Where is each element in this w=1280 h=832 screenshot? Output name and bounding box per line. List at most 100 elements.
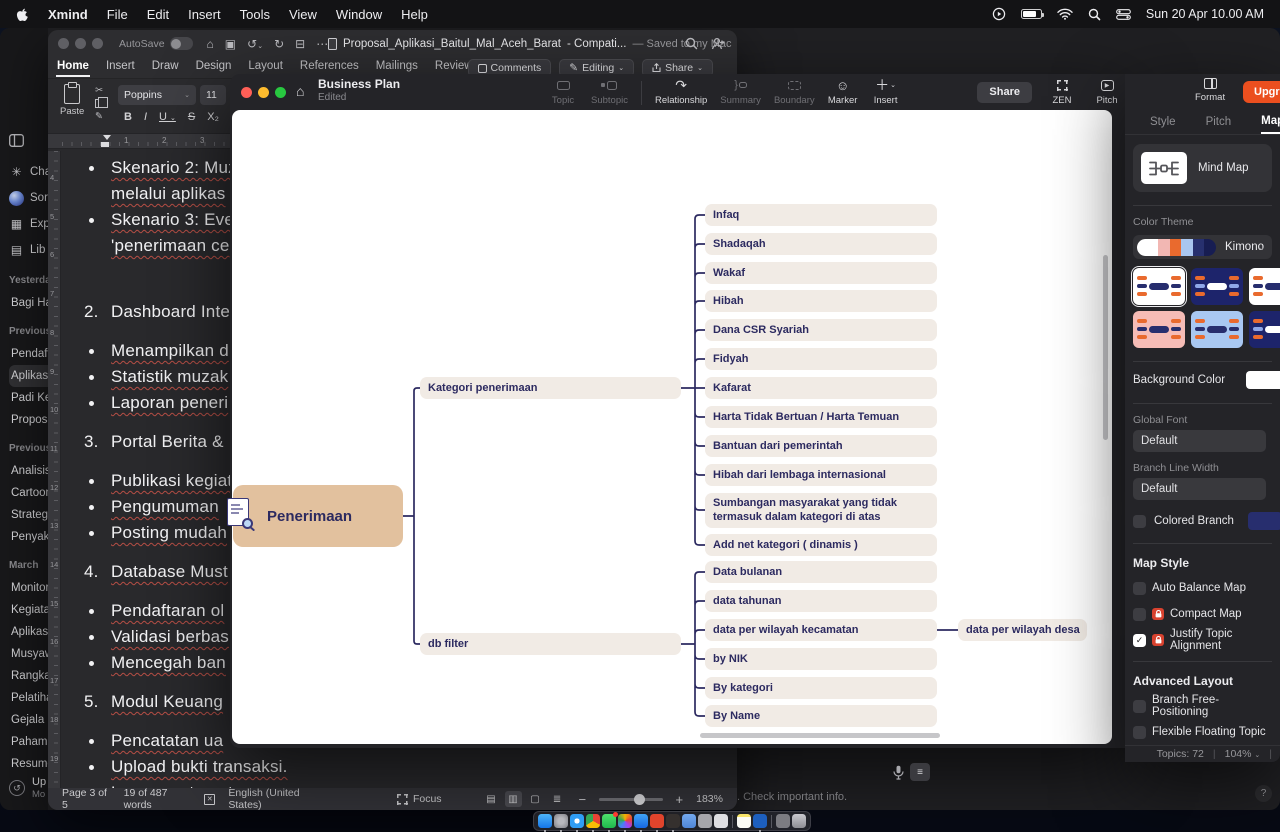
upgrade-button[interactable]: Upgrade [1243,81,1280,103]
font-size-select[interactable]: 11 [200,85,226,105]
mindmap-subtopic[interactable]: Infaq [705,204,937,226]
background-color-swatch[interactable] [1246,371,1280,389]
microphone-icon[interactable] [893,765,904,780]
panel-tab-map[interactable]: Map [1261,110,1280,134]
word-count[interactable]: 19 of 487 words [124,787,192,810]
history-item[interactable]: Monitori [9,577,48,599]
history-item[interactable]: Proposa [9,409,48,431]
menu-window[interactable]: Window [336,7,382,22]
vertical-ruler[interactable]: 4567891011121314151617181920 [48,151,61,788]
mindmap-subtopic[interactable]: Kafarat [705,377,937,399]
apple-menu-icon[interactable] [16,7,29,22]
upgrade-plan-item[interactable]: ↺ UpMo [9,776,46,800]
option-justify-topic-alignment[interactable]: ✓Justify Topic Alignment [1133,632,1272,648]
structure-card[interactable]: Mind Map [1133,144,1272,192]
zoom-out-button[interactable]: − [579,792,587,807]
history-item[interactable]: Aplikasi [9,365,48,387]
pitch-button[interactable]: ▶Pitch [1092,78,1122,106]
spotlight-icon[interactable] [1088,8,1101,21]
mindmap-subtopic[interactable]: data per wilayah kecamatan [705,619,937,641]
mindmap-subtopic[interactable]: By Name [705,705,937,727]
canvas-zoom-level[interactable]: 104% ⌄ [1225,748,1261,760]
theme-thumbnail[interactable] [1191,268,1243,305]
mindmap-topic[interactable]: db filter [420,633,681,655]
sidebar-toggle-icon[interactable] [9,134,48,147]
mindmap-subtopic[interactable]: Dana CSR Syariah [705,319,937,341]
save-icon[interactable]: ▣ [225,37,236,51]
history-item[interactable]: Paham A [9,731,48,753]
dock-archive-icon[interactable] [698,814,712,828]
control-center-icon[interactable] [1116,9,1131,20]
history-item[interactable]: Strategi [9,504,48,526]
zoom-button[interactable] [275,87,286,98]
more-icon[interactable]: ⋯ [316,37,328,51]
help-button[interactable]: ? [1255,785,1272,802]
dock-word-app-icon[interactable] [753,814,767,828]
menu-tools[interactable]: Tools [240,7,270,22]
cut-icon[interactable]: ✂ [95,85,103,96]
option-auto-balance-map[interactable]: Auto Balance Map [1133,580,1272,596]
menu-edit[interactable]: Edit [147,7,169,22]
close-button[interactable] [241,87,252,98]
sidebar-nav-lib[interactable]: ▤Lib [9,237,48,263]
menu-clock[interactable]: Sun 20 Apr 10.00 AM [1146,7,1264,21]
copy-icon[interactable] [95,99,103,108]
dock-safari-icon[interactable] [570,814,584,828]
history-item[interactable]: Resume [9,753,48,775]
read-mode-icon[interactable]: ▤ [483,791,500,807]
focus-button[interactable]: Focus [397,793,442,805]
mindmap-subtopic[interactable]: by NIK [705,648,937,670]
mindmap-subtopic[interactable]: Wakaf [705,262,937,284]
panel-tab-pitch[interactable]: Pitch [1206,116,1232,128]
tab-design[interactable]: Design [195,58,233,77]
history-item[interactable]: Pendafta [9,343,48,365]
redo-icon[interactable]: ↻ [274,37,284,51]
option-compact-map[interactable]: Compact Map [1133,606,1272,622]
mindmap-subtopic[interactable]: Data bulanan [705,561,937,583]
dock-whatsapp-icon[interactable] [602,814,616,828]
colored-branch-checkbox[interactable] [1133,515,1146,528]
history-item[interactable]: Gejala [9,709,48,731]
autosave-toggle[interactable]: AutoSave [119,37,193,50]
dock-files-icon[interactable] [682,814,696,828]
wifi-icon[interactable] [1057,8,1073,20]
theme-thumbnail[interactable] [1191,311,1243,348]
share-user-icon[interactable] [711,37,725,50]
web-layout-icon[interactable]: ▢ [527,791,544,807]
paste-button[interactable]: Paste [60,84,84,117]
mindmap-subtopic[interactable]: Harta Tidak Bertuan / Harta Temuan [705,406,937,428]
outline-view-icon[interactable]: ≣ [549,791,566,807]
history-item[interactable]: Kegiatan [9,599,48,621]
history-item[interactable]: Penyakit [9,526,48,548]
format-underline-button[interactable]: U ⌄ [159,111,176,123]
mindmap-subtopic[interactable]: data per wilayah desa [958,619,1087,641]
format-strikethrough-button[interactable]: S [188,111,195,123]
font-name-select[interactable]: Poppins⌄ [118,85,196,105]
zoom-slider[interactable] [599,798,662,801]
history-item[interactable]: Pelatihan [9,687,48,709]
menu-help[interactable]: Help [401,7,428,22]
minimize-button[interactable] [258,87,269,98]
theme-thumbnail[interactable] [1249,311,1280,348]
document-line[interactable]: Upload bukti transaksi. [111,754,737,780]
format-italic-button[interactable]: I [144,111,147,123]
home-icon[interactable]: ⌂ [207,37,214,51]
battery-icon[interactable] [1021,9,1042,19]
sidebar-nav-sor[interactable]: Sor [9,185,48,211]
zoom-level[interactable]: 183% [696,793,723,805]
history-item[interactable]: Bagi Has [9,292,48,314]
theme-thumbnail[interactable] [1249,268,1280,305]
format-button[interactable]: Format [1195,78,1225,103]
dock-notes-icon[interactable] [737,814,751,828]
checkbox[interactable] [1133,608,1146,621]
history-item[interactable]: Musyawa [9,643,48,665]
sidebar-nav-cha[interactable]: ✳Cha [9,159,48,185]
undo-icon[interactable]: ↺⌄ [247,37,263,51]
menu-insert[interactable]: Insert [188,7,221,22]
menu-app-name[interactable]: Xmind [48,7,88,22]
canvas-hscrollbar[interactable] [700,733,940,738]
language-indicator[interactable]: English (United States) [228,787,325,810]
format-subscript-button[interactable]: X₂ [207,111,219,123]
dock-adobe-icon[interactable] [650,814,664,828]
checkbox[interactable]: ✓ [1133,634,1146,647]
